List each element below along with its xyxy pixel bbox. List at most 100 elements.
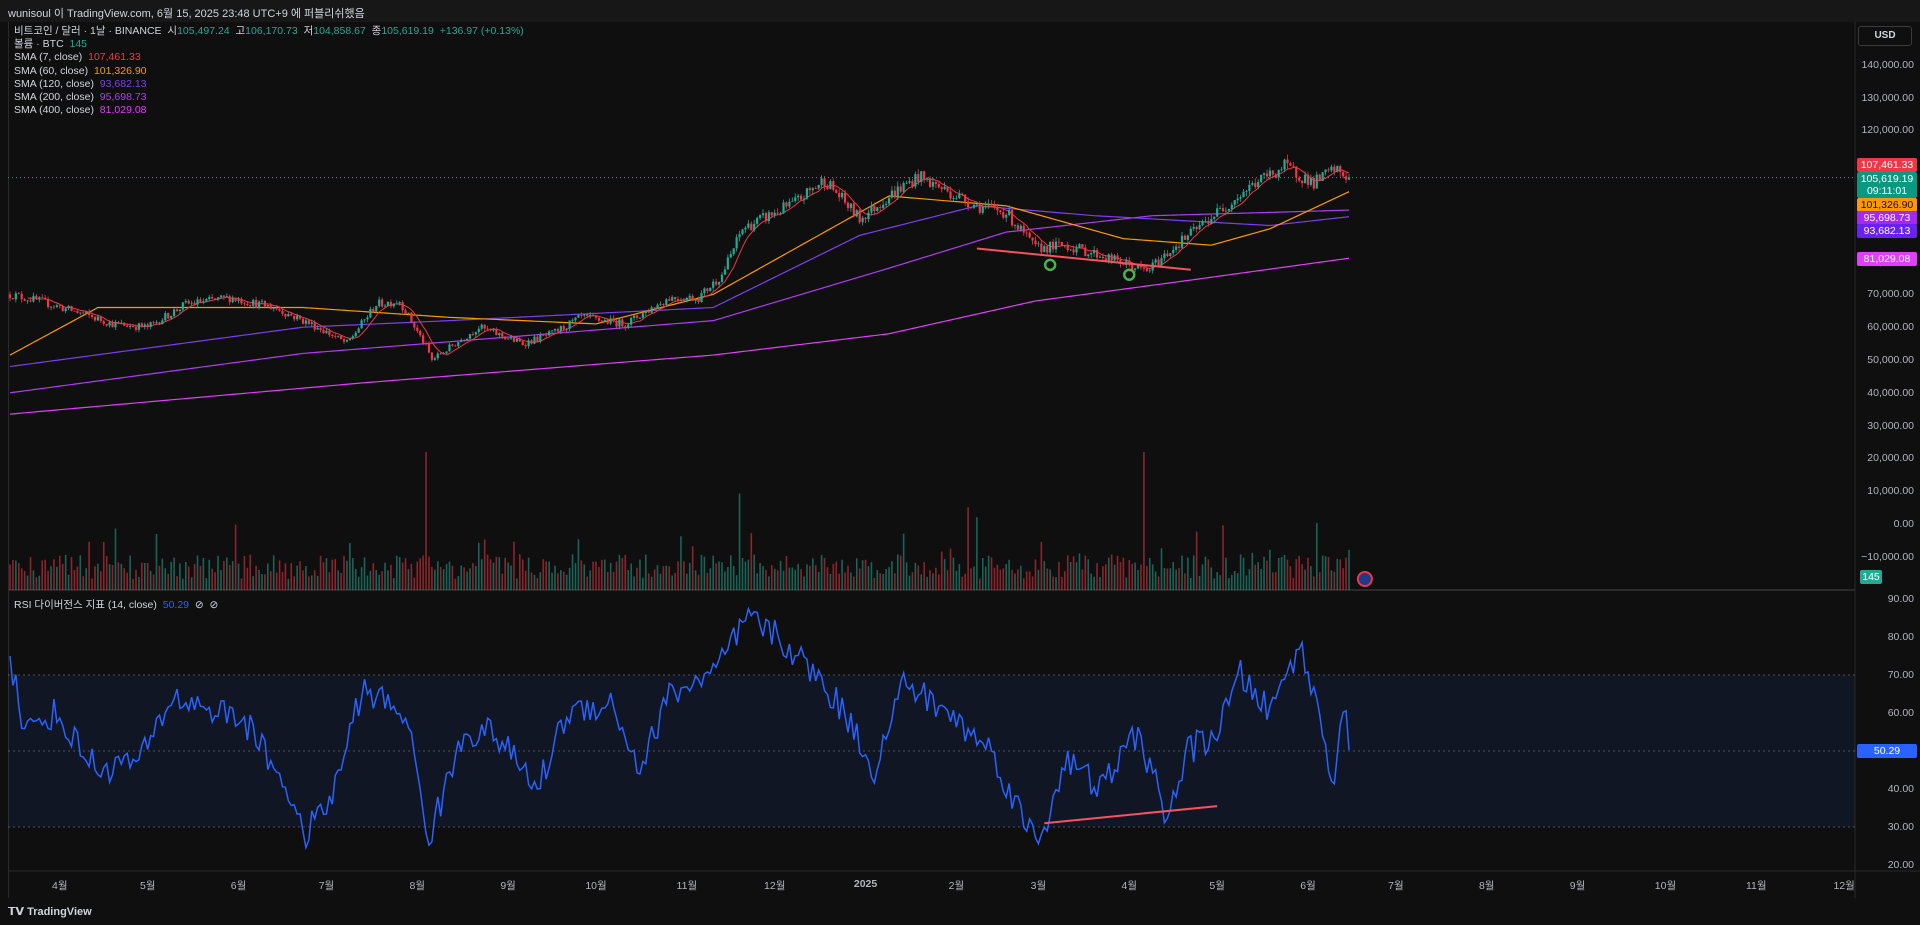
volume-bar <box>1137 570 1139 590</box>
candle-body <box>44 297 47 299</box>
candle-body <box>1309 177 1313 185</box>
volume-bar <box>990 557 993 590</box>
candle-body <box>1008 209 1011 215</box>
volume-row[interactable]: 볼륨 · BTC 145 <box>14 38 524 51</box>
candle-body <box>146 324 149 328</box>
volume-bar <box>460 565 463 590</box>
candle-body <box>1277 169 1280 178</box>
volume-bar <box>9 564 11 590</box>
volume-bar <box>85 568 87 590</box>
volume-bar <box>598 566 600 590</box>
volume-bar <box>346 560 348 590</box>
volume-bar <box>1204 556 1207 590</box>
sma-row[interactable]: SMA (200, close) 95,698.73 <box>14 91 524 104</box>
candle-body <box>378 299 381 307</box>
volume-bar <box>164 568 167 590</box>
candle-body <box>489 328 492 331</box>
candle-body <box>108 321 111 326</box>
symbol-name[interactable]: 비트코인 / 달러 · 1날 · BINANCE <box>14 25 162 37</box>
candle-body <box>1172 249 1175 254</box>
rsi-band <box>8 675 1855 827</box>
price-tick-label: 50,000.00 <box>1867 354 1914 366</box>
candle-body <box>504 336 507 340</box>
candle-body <box>676 299 680 301</box>
volume-bar <box>141 562 143 590</box>
candle-body <box>284 313 287 317</box>
candle-body <box>178 309 182 312</box>
candle-body <box>413 322 416 328</box>
candle-body <box>729 254 732 258</box>
candle-body <box>1198 225 1201 230</box>
candle-body <box>1221 208 1225 212</box>
volume-bar <box>472 563 474 590</box>
candle-body <box>331 335 334 337</box>
candle-body <box>416 327 419 331</box>
candle-body <box>187 300 190 304</box>
volume-bar <box>595 561 597 590</box>
candle-body <box>603 319 606 322</box>
sma-row[interactable]: SMA (400, close) 81,029.08 <box>14 104 524 117</box>
candle-body <box>216 297 220 300</box>
volume-bar <box>923 562 925 590</box>
candle-body <box>422 335 425 344</box>
candle-body <box>351 336 354 339</box>
rsi-tick-label: 30.00 <box>1887 821 1914 833</box>
candle-body <box>170 315 173 319</box>
volume-bar <box>700 554 703 590</box>
candle-body <box>1183 235 1187 240</box>
volume-bar <box>659 573 662 590</box>
candle-body <box>88 311 91 315</box>
sma-row[interactable]: SMA (120, close) 93,682.13 <box>14 78 524 91</box>
volume-bar <box>375 570 378 590</box>
candle-body <box>940 187 943 190</box>
candle-body <box>501 333 504 337</box>
volume-bar <box>129 555 131 590</box>
currency-button[interactable]: USD <box>1858 26 1912 46</box>
volume-bar <box>193 563 196 590</box>
change-value: +136.97 (+0.13%) <box>439 25 524 37</box>
candle-body <box>876 207 879 212</box>
volume-bar <box>888 567 890 590</box>
candle-body <box>1333 166 1336 172</box>
volume-bar <box>416 561 419 590</box>
candle-body <box>735 237 738 249</box>
volume-bar <box>313 570 316 590</box>
rsi-legend[interactable]: RSI 다이버전스 지표 (14, close) 50.29 ⊘ ⊘ <box>14 597 218 612</box>
candle-body <box>1180 235 1184 248</box>
volume-bar <box>1184 573 1186 590</box>
candle-body <box>1034 240 1037 245</box>
tradingview-logo[interactable]: 𝗧𝗩 TradingView <box>8 905 92 918</box>
candle-body <box>1233 200 1236 205</box>
volume-bar <box>352 558 354 590</box>
volume-bar <box>173 557 175 590</box>
candle-body <box>905 182 908 184</box>
volume-bar <box>469 568 471 590</box>
volume-bar <box>560 570 562 590</box>
volume-bar <box>961 576 964 590</box>
candle-body <box>383 305 387 307</box>
candle-body <box>999 210 1002 213</box>
candle-body <box>975 204 978 206</box>
volume-bar <box>782 570 785 590</box>
volume-bar <box>882 574 884 590</box>
volume-bar <box>410 563 413 590</box>
volume-bar <box>167 573 170 590</box>
candle-body <box>381 299 384 307</box>
candle-body <box>234 298 237 301</box>
hidden-icon[interactable]: ⊘ <box>210 599 219 611</box>
candle-body <box>143 324 146 327</box>
volume-bar <box>316 575 319 590</box>
volume-bar <box>568 567 571 590</box>
volume-bar <box>715 563 717 590</box>
volume-bar <box>349 543 351 590</box>
hidden-icon[interactable]: ⊘ <box>195 599 204 611</box>
low-label: 저 <box>303 25 314 37</box>
sma-row[interactable]: SMA (7, close) 107,461.33 <box>14 51 524 64</box>
volume-bar <box>958 564 961 590</box>
candle-body <box>887 197 891 204</box>
volume-bar <box>773 568 776 590</box>
chart-canvas[interactable] <box>0 0 1920 925</box>
volume-bar <box>949 548 952 590</box>
volume-bar <box>630 563 632 590</box>
sma-row[interactable]: SMA (60, close) 101,326.90 <box>14 65 524 78</box>
